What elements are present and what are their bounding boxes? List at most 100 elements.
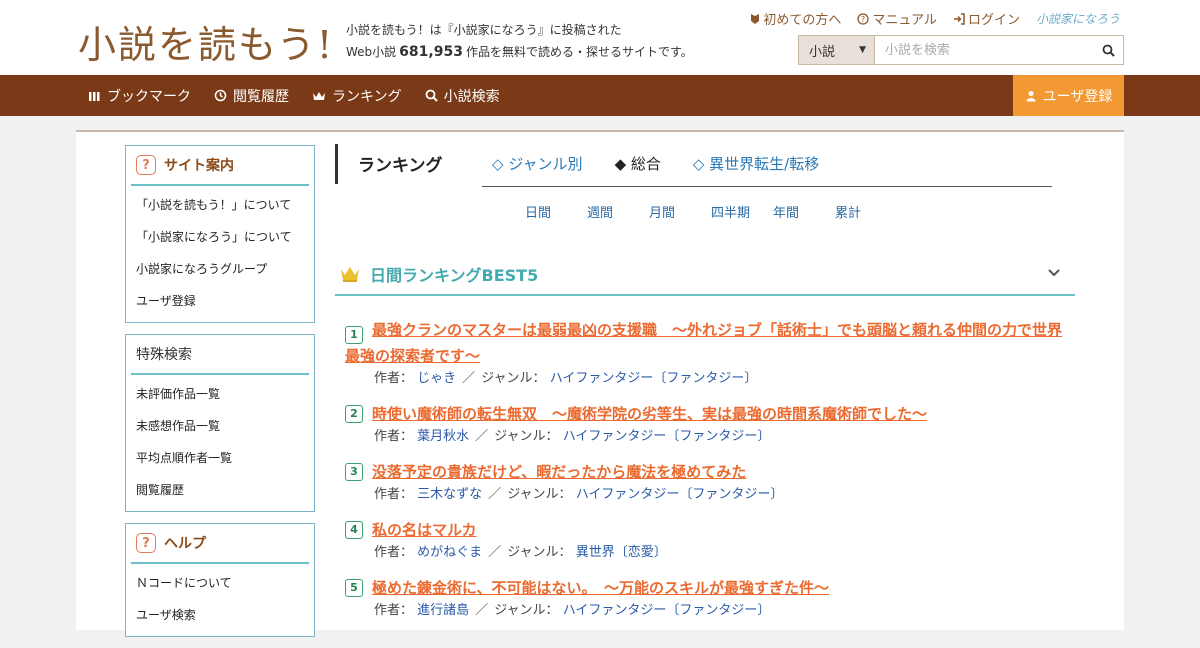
sidebar-link-register[interactable]: ユーザ登録 — [131, 284, 309, 316]
chevron-down-icon[interactable] — [1047, 268, 1061, 278]
ranking-divider — [482, 186, 1052, 187]
bookmark-icon — [89, 91, 100, 101]
meta-separator: ／ — [475, 429, 489, 444]
special-search-title: 特殊検索 — [131, 335, 309, 375]
question-icon: ? — [136, 533, 156, 553]
help-title-text: ヘルプ — [164, 536, 206, 552]
nav-history[interactable]: 閲覧履歴 — [214, 86, 289, 106]
nav-history-label: 閲覧履歴 — [233, 88, 289, 105]
genre-label: ジャンル： — [481, 371, 546, 386]
genre-label: ジャンル： — [494, 603, 559, 618]
login-link-label: ログイン — [967, 13, 1020, 28]
site-tagline: 小説を読もう！は『小説家になろう』に投稿された Web小説 681,953 作品を無… — [346, 19, 693, 63]
rank-number: 1 — [345, 326, 363, 344]
genre-link[interactable]: ハイファンタジー〔ファンタジー〕 — [563, 603, 771, 618]
sidebar-link-user-search[interactable]: ユーザ検索 — [131, 598, 309, 630]
rank-number: 5 — [345, 579, 363, 597]
ranking-header-bar — [335, 144, 338, 184]
search-icon — [1102, 44, 1115, 57]
ranking-list: 1 最強クランのマスターは最弱最凶の支援職 ～外れジョブ「話術士」でも頭脳と頼れる… — [345, 318, 1075, 634]
login-link[interactable]: ログイン — [953, 9, 1020, 28]
ranking-item-meta: 作者： 進行諸島 ／ ジャンル： ハイファンタジー〔ファンタジー〕 — [374, 600, 1075, 622]
period-total[interactable]: 累計 — [835, 202, 861, 221]
tagline-prefix: Web小説 — [346, 45, 397, 59]
genre-label: ジャンル： — [494, 429, 559, 444]
genre-label: ジャンル： — [507, 545, 572, 560]
novel-title-link[interactable]: 没落予定の貴族だけど、暇だったから魔法を極めてみた — [372, 460, 746, 484]
rank-number: 3 — [345, 463, 363, 481]
novel-title-link[interactable]: 極めた錬金術に、不可能はない。 ～万能のスキルが最強すぎた件～ — [372, 576, 829, 600]
sidebar-link-avg-authors[interactable]: 平均点順作者一覧 — [131, 441, 309, 473]
novel-title-link[interactable]: 私の名はマルカ — [372, 518, 477, 542]
rank-number: 4 — [345, 521, 363, 539]
nav-ranking[interactable]: ランキング — [312, 86, 402, 106]
site-guide-box: ? サイト案内 「小説を読もう！」について 「小説家になろう」について 小説家に… — [125, 145, 315, 323]
beginner-icon — [751, 13, 760, 24]
period-monthly[interactable]: 月間 — [649, 202, 675, 221]
crown-icon — [341, 267, 359, 282]
meta-separator: ／ — [488, 545, 502, 560]
period-quarterly[interactable]: 四半期 — [711, 202, 750, 221]
search-icon — [425, 89, 438, 102]
period-yearly[interactable]: 年間 — [773, 202, 799, 221]
help-icon: ? — [857, 12, 869, 25]
author-link[interactable]: 葉月秋水 — [417, 429, 469, 444]
genre-link[interactable]: ハイファンタジー〔ファンタジー〕 — [563, 429, 771, 444]
period-weekly[interactable]: 週間 — [587, 202, 613, 221]
nav-bookmark[interactable]: ブックマーク — [88, 86, 191, 106]
genre-link[interactable]: ハイファンタジー〔ファンタジー〕 — [550, 371, 758, 386]
site-logo[interactable]: 小説を読もう! — [78, 14, 334, 69]
period-tabs: 日間 週間 月間 四半期 年間 累計 — [525, 202, 861, 221]
ranking-item-meta: 作者： めがねぐま ／ ジャンル： 異世界〔恋愛〕 — [374, 542, 1075, 564]
beginner-link-label: 初めての方へ — [763, 13, 842, 28]
register-button[interactable]: ユーザ登録 — [1013, 75, 1124, 116]
author-link[interactable]: 進行諸島 — [417, 603, 469, 618]
tab-isekai[interactable]: ◇ 異世界転生/転移 — [693, 153, 819, 174]
author-label: 作者： — [374, 545, 414, 560]
search-type-select[interactable]: 小説 ▼ — [799, 36, 875, 64]
sidebar-link-ncode[interactable]: Ｎコードについて — [131, 566, 309, 598]
site-guide-title: ? サイト案内 — [131, 146, 309, 186]
author-label: 作者： — [374, 603, 414, 618]
ranking-item-meta: 作者： じゃき ／ ジャンル： ハイファンタジー〔ファンタジー〕 — [374, 368, 1075, 390]
author-label: 作者： — [374, 429, 414, 444]
novel-title-link[interactable]: 時使い魔術師の転生無双 ～魔術学院の劣等生、実は最強の時間系魔術師でした～ — [372, 402, 927, 426]
sidebar-link-about-yomou[interactable]: 「小説を読もう！」について — [131, 188, 309, 220]
sidebar-link-history[interactable]: 閲覧履歴 — [131, 473, 309, 505]
sidebar-link-about-narou[interactable]: 「小説家になろう」について — [131, 220, 309, 252]
author-label: 作者： — [374, 371, 414, 386]
tab-genre[interactable]: ◇ ジャンル別 — [492, 153, 583, 174]
narou-logo[interactable]: 小説家になろう — [1036, 9, 1120, 28]
work-count: 681,953 — [399, 44, 463, 60]
nav-search[interactable]: 小説検索 — [425, 86, 500, 106]
help-title: ? ヘルプ — [131, 524, 309, 564]
ranking-item-meta: 作者： 葉月秋水 ／ ジャンル： ハイファンタジー〔ファンタジー〕 — [374, 426, 1075, 448]
search-button[interactable] — [1093, 36, 1123, 64]
ranking-item: 5 極めた錬金術に、不可能はない。 ～万能のスキルが最強すぎた件～ 作者： 進行諸… — [345, 576, 1075, 622]
beginner-link[interactable]: 初めての方へ — [750, 9, 841, 28]
question-icon: ? — [136, 155, 156, 175]
register-label: ユーザ登録 — [1042, 88, 1113, 105]
ranking-item: 2 時使い魔術師の転生無双 ～魔術学院の劣等生、実は最強の時間系魔術師でした～ 作… — [345, 402, 1075, 448]
genre-link[interactable]: ハイファンタジー〔ファンタジー〕 — [576, 487, 784, 502]
svg-text:?: ? — [861, 15, 865, 24]
search-bar: 小説 ▼ — [798, 35, 1124, 65]
sidebar-link-unrated[interactable]: 未評価作品一覧 — [131, 377, 309, 409]
period-daily[interactable]: 日間 — [525, 202, 551, 221]
author-link[interactable]: めがねぐま — [417, 545, 482, 560]
ranking-item: 4 私の名はマルカ 作者： めがねぐま ／ ジャンル： 異世界〔恋愛〕 — [345, 518, 1075, 564]
user-icon — [1026, 90, 1036, 101]
tab-overall[interactable]: ◆ 総合 — [615, 153, 661, 174]
author-link[interactable]: じゃき — [417, 371, 456, 386]
author-link[interactable]: 三木なずな — [417, 487, 482, 502]
best5-header[interactable]: 日間ランキングBEST5 — [335, 254, 1075, 296]
sidebar-link-narou-group[interactable]: 小説家になろうグループ — [131, 252, 309, 284]
genre-link[interactable]: 異世界〔恋愛〕 — [576, 545, 667, 560]
novel-title-link[interactable]: 最強クランのマスターは最弱最凶の支援職 ～外れジョブ「話術士」でも頭脳と頼れる仲… — [345, 321, 1062, 365]
sidebar-link-no-review[interactable]: 未感想作品一覧 — [131, 409, 309, 441]
meta-separator: ／ — [488, 487, 502, 502]
manual-link[interactable]: ? マニュアル — [857, 9, 937, 28]
search-type-value: 小説 — [809, 44, 836, 60]
nav-search-label: 小説検索 — [443, 88, 500, 105]
search-input[interactable] — [875, 36, 1093, 64]
